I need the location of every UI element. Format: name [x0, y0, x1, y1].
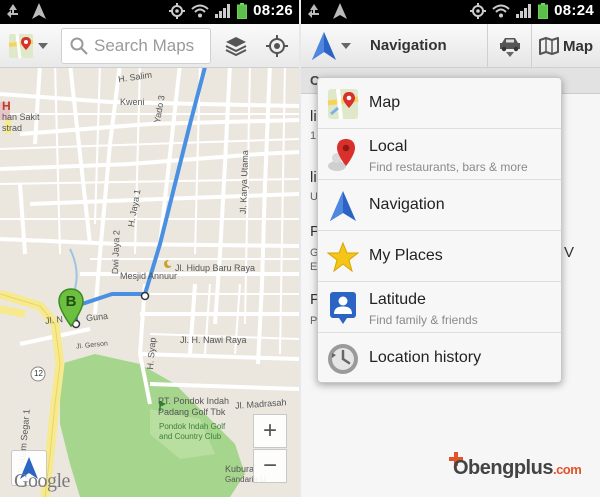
navigation-toolbar: Navigation Map [301, 24, 600, 68]
zoom-in-button[interactable]: + [253, 414, 287, 448]
navigation-status-icon [32, 3, 46, 19]
map-label: han Sakit [2, 112, 40, 122]
menu-item-label: Navigation [369, 196, 445, 213]
map-icon [539, 37, 559, 55]
menu-item-label: Local [369, 138, 408, 155]
navigation-arrow-icon [326, 189, 360, 223]
chevron-down-icon [341, 43, 351, 49]
map-button[interactable]: Map [531, 24, 600, 68]
car-icon [499, 37, 520, 51]
watermark-brand: Obengplus [453, 457, 553, 479]
local-pin-icon [326, 138, 360, 172]
menu-item-local[interactable]: Local Find restaurants, bars & more [318, 129, 561, 180]
latitude-icon [330, 292, 356, 324]
wifi-icon [492, 4, 510, 17]
battery-icon [237, 2, 248, 19]
marker-label: B [65, 293, 77, 310]
map-label: PT. Pondok Indah [158, 396, 230, 406]
my-location-button[interactable] [257, 28, 297, 64]
travel-mode-button[interactable] [487, 24, 531, 68]
map-label: Mesjid Annuur [120, 271, 178, 281]
status-bar: 08:26 [0, 0, 299, 24]
map-button-label: Map [563, 37, 593, 55]
status-time: 08:24 [554, 2, 594, 19]
list-item: V [564, 244, 575, 261]
search-input[interactable]: Search Maps [61, 28, 211, 64]
menu-item-latitude[interactable]: Latitude Find family & friends [318, 282, 561, 333]
app-menu-screen: 08:24 Navigation Map C li 1 li U P G E P… [301, 0, 600, 497]
chevron-down-icon [505, 51, 514, 57]
history-icon [328, 344, 358, 374]
chevron-down-icon [38, 42, 48, 49]
local-pin-icon [328, 139, 355, 171]
list-item: li [310, 108, 317, 125]
maps-screen: 08:26 H han Sakit strad H. Salim Kweni Y… [0, 0, 299, 497]
destination-marker[interactable]: B [58, 288, 84, 328]
status-bar: 08:24 [301, 0, 600, 24]
menu-item-navigation[interactable]: Navigation [318, 180, 561, 231]
google-logo: Google [14, 470, 70, 492]
menu-item-my-places[interactable]: My Places [318, 231, 561, 282]
status-time: 08:26 [253, 2, 293, 19]
map-label: Pondok Indah Golf [159, 422, 226, 431]
maps-toolbar: Search Maps [0, 24, 299, 68]
layers-button[interactable] [216, 28, 256, 64]
watermark: Obengplus.com [453, 457, 582, 480]
app-switcher-menu: Map Local Find restaurants, bars & more … [317, 77, 562, 383]
map-canvas[interactable]: H han Sakit strad H. Salim Kweni Yado 3 … [0, 24, 299, 497]
latitude-icon [326, 291, 360, 325]
zoom-out-label: − [262, 452, 277, 479]
navigation-status-icon [333, 3, 347, 19]
map-label: strad [2, 123, 23, 133]
menu-item-label: Map [369, 94, 401, 111]
maps-app-icon [326, 87, 360, 121]
maps-app-icon [8, 33, 34, 58]
menu-item-subtitle: Find family & friends [369, 313, 478, 327]
map-label: Jl. Hidup Baru Raya [175, 263, 256, 273]
map-label: Padang Golf Tbk [158, 407, 226, 417]
navigation-arrow-icon [330, 191, 356, 221]
list-item: 1 [310, 130, 317, 142]
menu-item-label: Latitude [369, 291, 426, 308]
menu-item-location-history[interactable]: Location history [318, 333, 561, 382]
menu-item-label: Location history [369, 349, 482, 366]
navigation-arrow-icon [312, 32, 336, 60]
star-icon [327, 241, 359, 273]
map-label: Dwi Jaya 2 [110, 230, 122, 275]
list-item: li [310, 169, 317, 186]
road-shield-label: 12 [34, 369, 43, 378]
recycle-icon [7, 4, 18, 18]
app-switcher-button[interactable] [0, 24, 56, 68]
my-location-icon [266, 35, 288, 57]
map-label: Jl. H. Nawi Raya [180, 335, 247, 345]
recycle-icon [308, 4, 319, 18]
signal-icon [215, 3, 231, 18]
wifi-icon [191, 4, 209, 17]
maps-app-icon [327, 88, 359, 120]
zoom-in-label: + [262, 417, 277, 444]
map-label-hospital: H [2, 99, 11, 113]
menu-item-map[interactable]: Map [318, 78, 561, 129]
history-icon [326, 342, 360, 376]
menu-item-subtitle: Find restaurants, bars & more [369, 160, 528, 174]
signal-icon [516, 3, 532, 18]
map-label: Kubura [225, 464, 255, 474]
search-placeholder: Search Maps [94, 36, 195, 55]
menu-item-label: My Places [369, 247, 443, 264]
battery-icon [538, 2, 549, 19]
map-label: and Country Club [159, 432, 222, 441]
gps-status-icon [470, 2, 487, 19]
star-icon [326, 240, 360, 274]
search-icon [70, 37, 88, 55]
watermark-tld: .com [552, 462, 582, 477]
map-label: Kweni [120, 97, 145, 107]
toolbar-title: Navigation [370, 37, 447, 54]
zoom-out-button[interactable]: − [253, 449, 287, 483]
app-switcher-button[interactable] [301, 24, 361, 68]
layers-icon [225, 37, 247, 57]
gps-status-icon [169, 2, 186, 19]
